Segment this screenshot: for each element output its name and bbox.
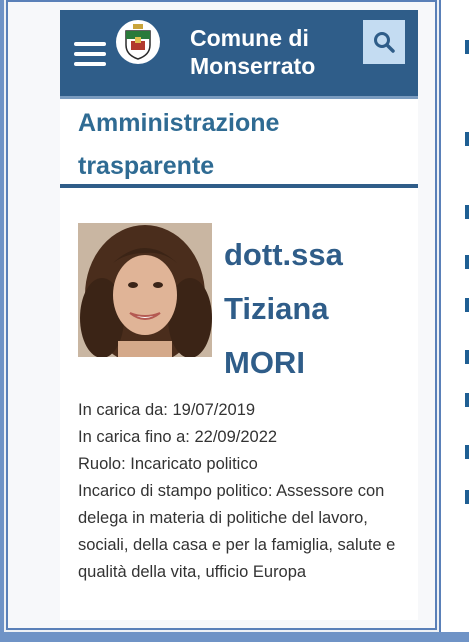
browser-viewport: Comune di Monserrato Amministrazione tra… <box>6 0 437 630</box>
start-date: In carica da: 19/07/2019 <box>78 401 256 419</box>
site-brand[interactable]: Comune di Monserrato <box>190 24 360 80</box>
hamburger-menu-icon[interactable] <box>74 42 106 66</box>
window-frame-bottom <box>0 632 469 642</box>
page-content: Comune di Monserrato Amministrazione tra… <box>60 10 418 620</box>
section-divider <box>60 184 418 188</box>
search-button[interactable] <box>363 20 405 64</box>
person-first-name: Tiziana <box>224 291 329 326</box>
window-frame-left <box>0 0 4 642</box>
person-last-name: MORI <box>224 345 305 380</box>
search-icon <box>374 32 395 53</box>
coat-of-arms-logo[interactable] <box>116 20 160 64</box>
profile-details: In carica da: 19/07/2019 In carica fino … <box>78 397 408 586</box>
end-date: In carica fino a: 22/09/2022 <box>78 428 278 446</box>
adjacent-window-edge <box>439 0 469 642</box>
header-divider <box>60 96 418 99</box>
portrait-image <box>78 223 212 357</box>
role: Ruolo: Incaricato politico <box>78 455 258 473</box>
profile-photo <box>78 223 212 357</box>
section-title-line-1: Amministrazione <box>78 109 280 137</box>
section-title: Amministrazione trasparente <box>78 102 408 188</box>
site-header: Comune di Monserrato <box>60 10 418 96</box>
person-title-prefix: dott.ssa <box>224 237 343 272</box>
person-name: dott.ssa Tiziana MORI <box>224 228 414 390</box>
political-assignment: Incarico di stampo politico: Assessore c… <box>78 482 396 581</box>
section-title-line-2: trasparente <box>78 152 215 180</box>
coat-of-arms-icon <box>125 24 151 60</box>
brand-line-1: Comune di <box>190 25 309 51</box>
brand-line-2: Monserrato <box>190 53 316 79</box>
